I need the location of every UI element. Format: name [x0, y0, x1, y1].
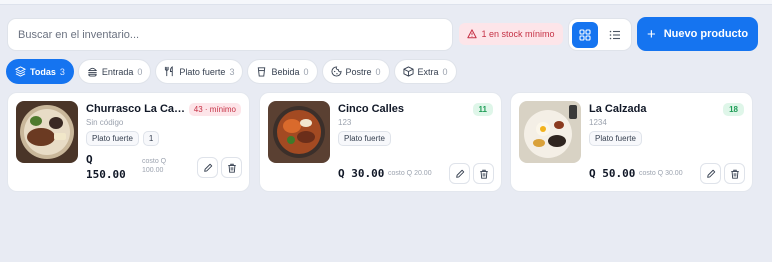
product-image — [268, 101, 330, 163]
chip-label: Entrada — [101, 66, 134, 77]
edit-button[interactable] — [449, 163, 470, 184]
product-image — [519, 101, 581, 163]
burger-icon — [87, 67, 97, 77]
product-code: 1234 — [589, 118, 607, 127]
product-price: Q 30.00 — [338, 167, 385, 180]
search-placeholder: Buscar en el inventario... — [18, 28, 140, 41]
product-cost: costo Q 30.00 — [639, 170, 683, 177]
list-view-button[interactable] — [602, 22, 628, 48]
product-card[interactable]: La Calzada 1234 18 Plato fuerte Q 50.00 … — [510, 92, 753, 192]
variant-count-tag: 1 — [142, 131, 160, 146]
box-icon — [402, 66, 414, 77]
cookie-icon — [330, 66, 342, 77]
chip-count: 3 — [229, 66, 235, 77]
stock-badge: 11 — [472, 103, 493, 116]
product-price: Q 150.00 — [86, 153, 126, 183]
delete-button[interactable] — [221, 157, 242, 178]
chip-count: 0 — [442, 66, 448, 77]
product-image — [16, 101, 78, 163]
product-name: La Calzada — [589, 103, 647, 115]
new-product-label: Nuevo producto — [663, 28, 749, 40]
chip-bebida[interactable]: Bebida 0 — [247, 59, 318, 84]
grid-view-button[interactable] — [572, 21, 598, 48]
price-amount: 150.00 — [86, 167, 126, 181]
trash-icon — [227, 163, 236, 173]
chip-label: Postre — [345, 66, 372, 77]
chip-label: Bebida — [271, 66, 300, 77]
chip-count: 0 — [375, 66, 381, 77]
stock-alert-text: 1 en stock mínimo — [481, 29, 555, 39]
product-card[interactable]: Churrasco La Casa Sin código 43 · mínimo… — [7, 92, 250, 192]
delete-button[interactable] — [473, 163, 494, 184]
list-icon — [609, 30, 620, 39]
product-name: Churrasco La Casa — [86, 103, 186, 115]
pencil-icon — [455, 169, 464, 178]
edit-button[interactable] — [197, 157, 218, 178]
category-tag: Plato fuerte — [338, 131, 391, 146]
chip-count: 0 — [303, 66, 309, 77]
layers-icon — [15, 66, 26, 77]
product-code: 123 — [338, 118, 352, 127]
product-cost: costo Q 100.00 — [142, 157, 166, 176]
category-tag: Plato fuerte — [86, 131, 139, 146]
stock-badge: 43 · mínimo — [188, 103, 241, 116]
category-filter-bar: Todas 3 Entrada 0 Plato fuerte 3 Bebida … — [6, 59, 457, 84]
warning-icon — [467, 29, 478, 39]
stock-alert-badge[interactable]: 1 en stock mínimo — [459, 23, 563, 45]
utensils-icon — [165, 66, 174, 77]
price-currency: Q — [86, 153, 93, 166]
grid-icon — [579, 28, 591, 41]
cost-amount: 100.00 — [142, 167, 164, 175]
chip-count: 3 — [59, 66, 65, 77]
chip-label: Plato fuerte — [179, 66, 226, 77]
chip-plato-fuerte[interactable]: Plato fuerte 3 — [155, 59, 244, 84]
product-card[interactable]: Cinco Calles 123 11 Plato fuerte Q 30.00… — [259, 92, 502, 192]
chip-todas[interactable]: Todas 3 — [6, 59, 74, 84]
edit-button[interactable] — [700, 163, 721, 184]
pencil-icon — [203, 163, 212, 172]
trash-icon — [479, 169, 488, 179]
plus-icon: + — [646, 25, 656, 43]
product-tags: Plato fuerte — [589, 131, 642, 146]
product-name: Cinco Calles — [338, 103, 405, 115]
chip-label: Extra — [417, 66, 439, 77]
top-bar — [0, 0, 772, 5]
chip-extra[interactable]: Extra 0 — [393, 59, 457, 84]
product-tags: Plato fuerte 1 — [86, 131, 160, 146]
view-toggle — [568, 18, 632, 51]
cost-label: costo Q — [142, 158, 167, 165]
product-code: Sin código — [86, 118, 124, 127]
chip-entrada[interactable]: Entrada 0 — [77, 59, 152, 84]
chip-postre[interactable]: Postre 0 — [321, 59, 390, 84]
product-cost: costo Q 20.00 — [388, 170, 432, 177]
category-tag: Plato fuerte — [589, 131, 642, 146]
search-input[interactable]: Buscar en el inventario... — [7, 18, 453, 51]
chip-label: Todas — [30, 66, 56, 77]
product-price: Q 50.00 — [589, 167, 636, 180]
cup-icon — [258, 67, 266, 77]
product-tags: Plato fuerte — [338, 131, 391, 146]
pencil-icon — [706, 169, 715, 178]
chip-count: 0 — [137, 66, 143, 77]
trash-icon — [730, 169, 739, 179]
stock-badge: 18 — [723, 103, 744, 116]
delete-button[interactable] — [724, 163, 745, 184]
new-product-button[interactable]: + Nuevo producto — [637, 17, 758, 51]
